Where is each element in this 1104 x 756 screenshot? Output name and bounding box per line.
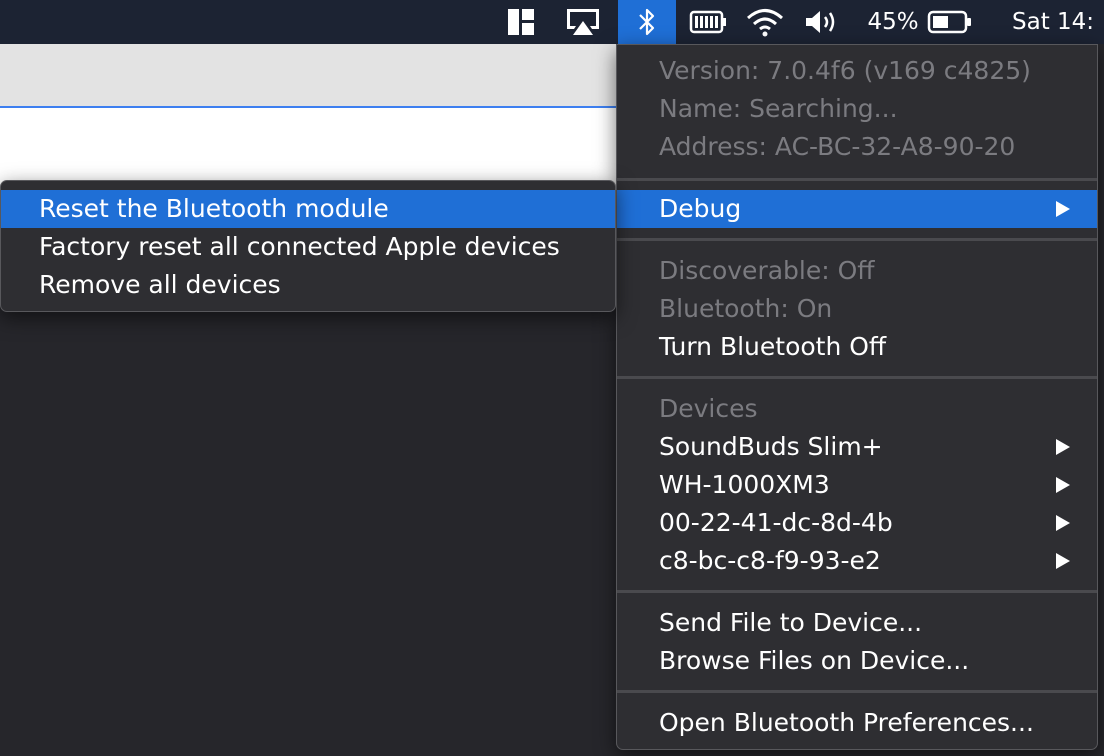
debug-label: Debug <box>659 194 742 223</box>
submenu-arrow-icon <box>1055 466 1071 504</box>
device-name-info: Name: Searching... <box>659 94 898 123</box>
version-info: Version: 7.0.4f6 (v169 c4825) <box>659 56 1031 85</box>
separator <box>617 690 1097 693</box>
airplay-icon[interactable] <box>560 0 606 44</box>
battery-percent: 45% <box>862 0 924 44</box>
send-file-item[interactable]: Send File to Device... <box>617 604 1097 642</box>
window-content <box>0 108 640 188</box>
battery-status-icon[interactable] <box>686 0 730 44</box>
reset-bluetooth-module-item[interactable]: Reset the Bluetooth module <box>1 190 615 228</box>
discoverable-status: Discoverable: Off <box>659 256 875 285</box>
separator <box>617 178 1097 181</box>
background-window <box>0 44 640 756</box>
device-item[interactable]: 00-22-41-dc-8d-4b <box>617 504 1097 542</box>
bluetooth-icon[interactable] <box>618 0 676 44</box>
battery-percent-text: 45% <box>867 9 919 35</box>
open-bluetooth-preferences-item[interactable]: Open Bluetooth Preferences... <box>617 704 1097 742</box>
devices-header: Devices <box>659 394 758 423</box>
device-item[interactable]: WH-1000XM3 <box>617 466 1097 504</box>
address-info: Address: AC-BC-32-A8-90-20 <box>659 132 1016 161</box>
device-label: SoundBuds Slim+ <box>659 432 883 461</box>
browse-files-item[interactable]: Browse Files on Device... <box>617 642 1097 680</box>
window-toolbar <box>0 44 640 108</box>
separator <box>617 376 1097 379</box>
split-view-icon[interactable] <box>500 0 542 44</box>
battery-icon[interactable] <box>926 0 974 44</box>
device-label: 00-22-41-dc-8d-4b <box>659 508 893 537</box>
volume-icon[interactable] <box>802 0 842 44</box>
device-label: WH-1000XM3 <box>659 470 830 499</box>
debug-menu-item[interactable]: Debug <box>617 190 1097 228</box>
submenu-arrow-icon <box>1055 190 1071 228</box>
device-label: c8-bc-c8-f9-93-e2 <box>659 546 881 575</box>
debug-submenu: Reset the Bluetooth module Factory reset… <box>0 180 616 312</box>
bluetooth-menu: Version: 7.0.4f6 (v169 c4825) Name: Sear… <box>616 44 1098 750</box>
separator <box>617 590 1097 593</box>
turn-bluetooth-off-item[interactable]: Turn Bluetooth Off <box>617 328 1097 366</box>
factory-reset-apple-devices-item[interactable]: Factory reset all connected Apple device… <box>1 228 615 266</box>
wifi-icon[interactable] <box>742 0 788 44</box>
separator <box>617 238 1097 241</box>
submenu-arrow-icon <box>1055 542 1071 580</box>
submenu-arrow-icon <box>1055 504 1071 542</box>
clock-text: Sat 14: <box>1012 9 1095 35</box>
menu-bar: 45% Sat 14: <box>0 0 1104 44</box>
remove-all-devices-item[interactable]: Remove all devices <box>1 266 615 304</box>
submenu-arrow-icon <box>1055 428 1071 466</box>
clock[interactable]: Sat 14: <box>1006 0 1104 44</box>
bluetooth-status: Bluetooth: On <box>659 294 833 323</box>
device-item[interactable]: SoundBuds Slim+ <box>617 428 1097 466</box>
device-item[interactable]: c8-bc-c8-f9-93-e2 <box>617 542 1097 580</box>
